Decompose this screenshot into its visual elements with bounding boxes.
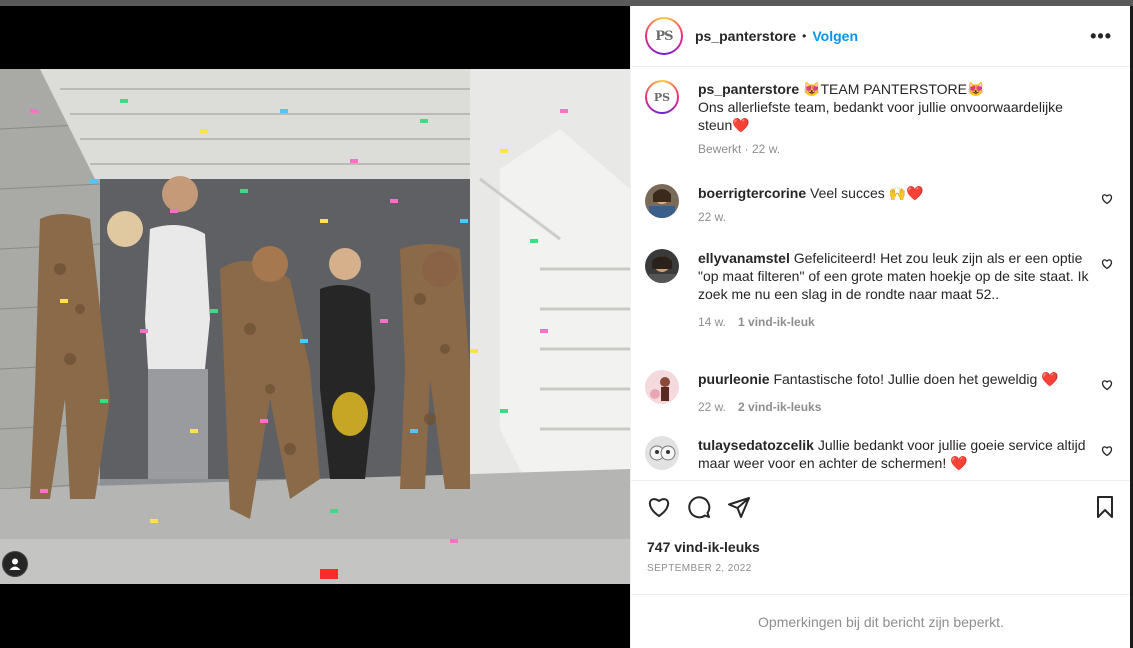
author-avatar[interactable]: PS [645, 17, 683, 55]
comment-username[interactable]: puurleonie [698, 371, 770, 387]
comments-list[interactable]: PS ps_panterstore 😻TEAM PANTERSTORE😻 Ons… [631, 68, 1131, 478]
caption-username[interactable]: ps_panterstore [698, 81, 799, 97]
comment-likes[interactable]: 2 vind-ik-leuks [738, 400, 821, 414]
comment-item: ellyvanamstel Gefeliciteerd! Het zou leu… [645, 249, 1117, 331]
comment-username[interactable]: boerrigtercorine [698, 185, 806, 201]
post-header: PS ps_panterstore • Volgen ••• [631, 6, 1130, 67]
comment-bubble-icon[interactable] [687, 495, 711, 524]
post-panel: PS ps_panterstore • Volgen ••• PS ps_pan… [630, 6, 1131, 648]
more-options-icon[interactable]: ••• [1090, 26, 1112, 47]
caption-meta: Bewerkt · 22 w. [698, 142, 781, 156]
comment-time[interactable]: 22 w. [698, 210, 726, 224]
comment-text: Veel succes 🙌❤️ [810, 185, 924, 201]
post-photo[interactable] [0, 69, 630, 584]
author-username[interactable]: ps_panterstore [695, 28, 796, 44]
comment-item: puurleonie Fantastische foto! Jullie doe… [645, 370, 1117, 416]
save-bookmark-icon[interactable] [1093, 495, 1117, 524]
commenter-avatar[interactable] [645, 184, 679, 218]
comment-username[interactable]: ellyvanamstel [698, 250, 790, 266]
comment-time[interactable]: 14 w. [698, 315, 726, 329]
post-photo-illustration [0, 69, 630, 584]
comment-item: tulaysedatozcelik Jullie bedankt voor ju… [645, 436, 1117, 472]
comment-item: boerrigtercorine Veel succes 🙌❤️ 22 w. [645, 184, 1117, 226]
comment-time[interactable]: 22 w. [698, 400, 726, 414]
comment-username[interactable]: tulaysedatozcelik [698, 437, 814, 453]
commenter-avatar[interactable] [645, 436, 679, 470]
follow-button[interactable]: Volgen [812, 28, 858, 44]
comment-like-icon[interactable] [1101, 257, 1113, 275]
action-bar: 747 vind-ik-leuks SEPTEMBER 2, 2022 [631, 480, 1131, 600]
comment-like-icon[interactable] [1101, 192, 1113, 210]
commenter-avatar[interactable] [645, 370, 679, 404]
caption-title: 😻TEAM PANTERSTORE😻 [803, 81, 985, 97]
comment-like-icon[interactable] [1101, 378, 1113, 396]
user-tag-icon[interactable] [2, 551, 28, 577]
comment-like-icon[interactable] [1101, 444, 1113, 462]
caption-avatar[interactable]: PS [645, 80, 679, 114]
comment-likes[interactable]: 1 vind-ik-leuk [738, 315, 815, 329]
likes-count[interactable]: 747 vind-ik-leuks [647, 539, 760, 555]
comment-text: Fantastische foto! Jullie doen het gewel… [773, 371, 1059, 387]
separator-dot: • [802, 29, 807, 43]
post-date[interactable]: SEPTEMBER 2, 2022 [647, 563, 752, 574]
commenter-avatar[interactable] [645, 249, 679, 283]
caption-text: Ons allerliefste team, bedankt voor jull… [698, 99, 1063, 133]
caption: PS ps_panterstore 😻TEAM PANTERSTORE😻 Ons… [645, 80, 1117, 158]
share-paper-plane-icon[interactable] [727, 495, 751, 524]
like-heart-icon[interactable] [647, 495, 671, 524]
post-media[interactable] [0, 6, 630, 648]
comments-limited-notice: Opmerkingen bij dit bericht zijn beperkt… [631, 594, 1131, 648]
